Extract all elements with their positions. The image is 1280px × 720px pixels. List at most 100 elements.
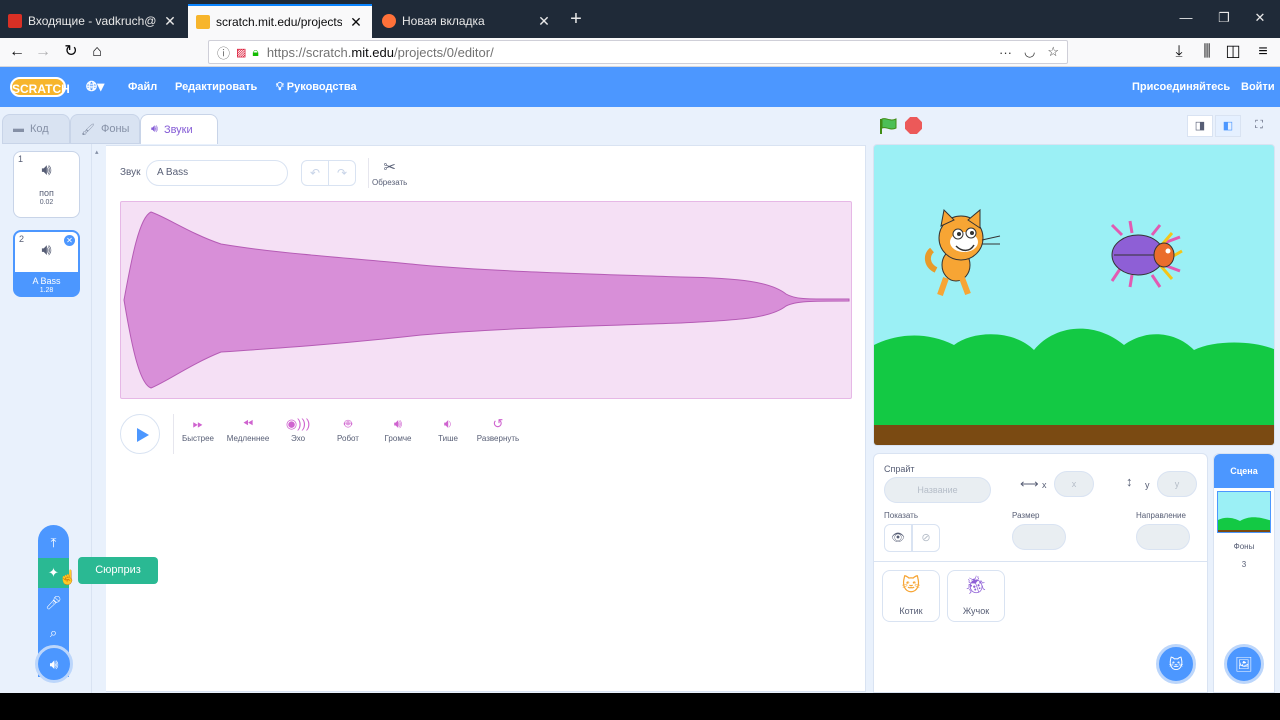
effect-label: Медленнее [226, 434, 270, 443]
direction-input[interactable] [1136, 524, 1190, 550]
x-input[interactable]: x [1054, 471, 1094, 497]
effect-label: Развернуть [476, 434, 520, 443]
lock-icon[interactable]: 🔒︎ [252, 45, 258, 60]
maximize-button[interactable]: ❐ [1214, 10, 1234, 26]
beetle-sprite[interactable] [1110, 220, 1183, 288]
sound-list-scrollbar[interactable]: ▴ [92, 144, 106, 693]
hide-button[interactable]: ⊘ [912, 524, 940, 552]
language-globe-icon[interactable]: 🌐︎▾ [86, 78, 104, 95]
surprise-tooltip: Сюрприз [78, 557, 158, 584]
autoplay-blocked-icon[interactable]: ▨ [236, 46, 246, 59]
record-microphone-icon[interactable]: 🎤︎ [38, 588, 69, 618]
close-icon[interactable]: ✕ [162, 13, 178, 30]
firefox-icon [382, 14, 396, 28]
new-tab-button[interactable]: + [566, 8, 586, 31]
delete-icon[interactable]: ✕ [64, 235, 75, 246]
menu-edit[interactable]: Редактировать [175, 81, 257, 93]
bookmark-star-icon[interactable]: ☆ [1047, 44, 1059, 60]
page-actions-icon[interactable]: ··· [999, 45, 1012, 60]
effect-slower-button[interactable]: ⏪︎ Медленнее [223, 416, 273, 443]
show-visible-button[interactable]: 👁︎ [884, 524, 912, 552]
minimize-button[interactable]: — [1176, 10, 1196, 25]
show-label: Показать [884, 511, 919, 520]
sound-duration: 1.28 [39, 287, 54, 294]
scratch-logo[interactable]: SCRATCH [10, 77, 70, 97]
play-button[interactable] [120, 414, 160, 454]
sidebar-icon[interactable]: ◫ [1222, 42, 1244, 62]
cat-icon: 🐱︎ [901, 575, 921, 595]
window-close-button[interactable]: ✕ [1250, 10, 1270, 26]
back-icon[interactable]: ← [6, 42, 28, 62]
add-sprite-button[interactable]: 🐱︎ [1156, 644, 1196, 684]
signin-link[interactable]: Войти [1241, 81, 1275, 93]
sprite-name-input[interactable]: Название [884, 477, 991, 503]
effect-echo-button[interactable]: ◉))) Эхо [273, 416, 323, 443]
join-link[interactable]: Присоединяйтесь [1132, 81, 1230, 93]
beetle-icon: 🐞︎ [964, 575, 988, 595]
info-icon[interactable]: ⓘ [217, 43, 230, 62]
green-flag-icon[interactable] [878, 117, 898, 135]
add-backdrop-button[interactable]: 🖼︎ [1224, 644, 1264, 684]
robot-icon: 🤖︎ [344, 416, 352, 431]
search-icon[interactable]: ⌕ [38, 618, 69, 648]
sound-name: поп [39, 188, 54, 198]
cat-sprite[interactable] [924, 208, 1001, 296]
browser-nav-bar: ← → ↻ ⌂ ⓘ ▨ 🔒︎ https://scratch.mit.edu/p… [0, 38, 1280, 67]
y-input[interactable]: y [1157, 471, 1197, 497]
small-stage-button[interactable]: ◨ [1187, 115, 1213, 137]
sprite-info: Спрайт Название ⟷ x x ↕ y y Показать 👁︎ … [874, 454, 1207, 562]
speaker-icon: 🔊︎ [41, 162, 52, 179]
y-label: y [1145, 480, 1150, 490]
sprite-thumb-cat[interactable]: 🐱︎ Котик [882, 570, 940, 622]
waveform-display[interactable] [120, 201, 852, 399]
tab-code[interactable]: ▬ Код [2, 114, 70, 144]
effect-reverse-button[interactable]: ↺ Развернуть [473, 416, 523, 443]
download-icon[interactable]: ⤓ [1168, 42, 1190, 62]
add-sound-button[interactable]: 🔊︎ [35, 645, 73, 683]
editor-workspace: ▬ Код 🖌︎ Фоны 🔊︎ Звуки 1 🔊︎ поп 0.02 2 ✕… [0, 107, 1280, 693]
upload-sound-icon[interactable]: ⤒ [38, 528, 69, 558]
effect-robot-button[interactable]: 🤖︎ Робот [323, 416, 373, 443]
redo-button[interactable]: ↷ [328, 160, 356, 186]
scissors-icon: ✂ [383, 159, 396, 176]
pocket-icon[interactable]: ◡ [1024, 44, 1035, 60]
toolbar-divider [368, 158, 369, 188]
effect-softer-button[interactable]: 🔉︎ Тише [423, 416, 473, 443]
browser-tab-newtab[interactable]: Новая вкладка ✕ [374, 4, 560, 38]
sound-item-pop[interactable]: 1 🔊︎ поп 0.02 [13, 151, 80, 218]
sound-name-input[interactable]: A Bass [146, 160, 288, 186]
size-label: Размер [1012, 511, 1040, 520]
reload-icon[interactable]: ↻ [60, 42, 82, 62]
browser-tab-scratch[interactable]: scratch.mit.edu/projects/0/edit ✕ [188, 4, 372, 38]
stop-icon[interactable] [905, 117, 922, 134]
direction-label: Направление [1136, 511, 1186, 520]
sprite-thumb-beetle[interactable]: 🐞︎ Жучок [947, 570, 1005, 622]
hamburger-menu-icon[interactable]: ≡ [1252, 42, 1274, 62]
undo-button[interactable]: ↶ [301, 160, 329, 186]
stage-thumbnail[interactable] [1217, 491, 1271, 533]
menu-file[interactable]: Файл [128, 81, 157, 93]
effect-faster-button[interactable]: ⏩︎ Быстрее [173, 416, 223, 443]
close-icon[interactable]: ✕ [536, 13, 552, 30]
close-icon[interactable]: ✕ [348, 14, 364, 31]
normal-stage-button[interactable]: ◧ [1215, 115, 1241, 137]
url-bar[interactable]: ⓘ ▨ 🔒︎ https://scratch.mit.edu/projects/… [208, 40, 1068, 64]
url-text[interactable]: https://scratch.mit.edu/projects/0/edito… [267, 45, 987, 60]
stage-pane[interactable]: Сцена Фоны 3 🖼︎ [1213, 453, 1275, 693]
tab-sounds[interactable]: 🔊︎ Звуки [140, 114, 218, 144]
reverse-icon: ↺ [492, 416, 504, 431]
library-icon[interactable]: ⫼ [1196, 42, 1218, 62]
home-icon[interactable]: ⌂ [86, 42, 108, 62]
fullscreen-icon[interactable]: ⛶ [1246, 115, 1272, 137]
sound-item-a-bass[interactable]: 2 ✕ 🔊︎ A Bass 1.28 [13, 230, 80, 297]
size-input[interactable] [1012, 524, 1066, 550]
trim-button[interactable]: ✂ Обрезать [372, 158, 407, 187]
sound-name: A Bass [32, 276, 61, 286]
menu-tutorials[interactable]: 💡︎ Руководства [276, 81, 357, 94]
forward-icon[interactable]: → [32, 42, 54, 62]
browser-tab-gmail[interactable]: Входящие - vadkruch@gmail.c ✕ [0, 4, 186, 38]
tab-backdrops[interactable]: 🖌︎ Фоны [70, 114, 140, 144]
scroll-up-icon[interactable]: ▴ [95, 148, 99, 156]
stage-canvas[interactable] [873, 144, 1275, 446]
effect-louder-button[interactable]: 🔊︎ Громче [373, 416, 423, 443]
